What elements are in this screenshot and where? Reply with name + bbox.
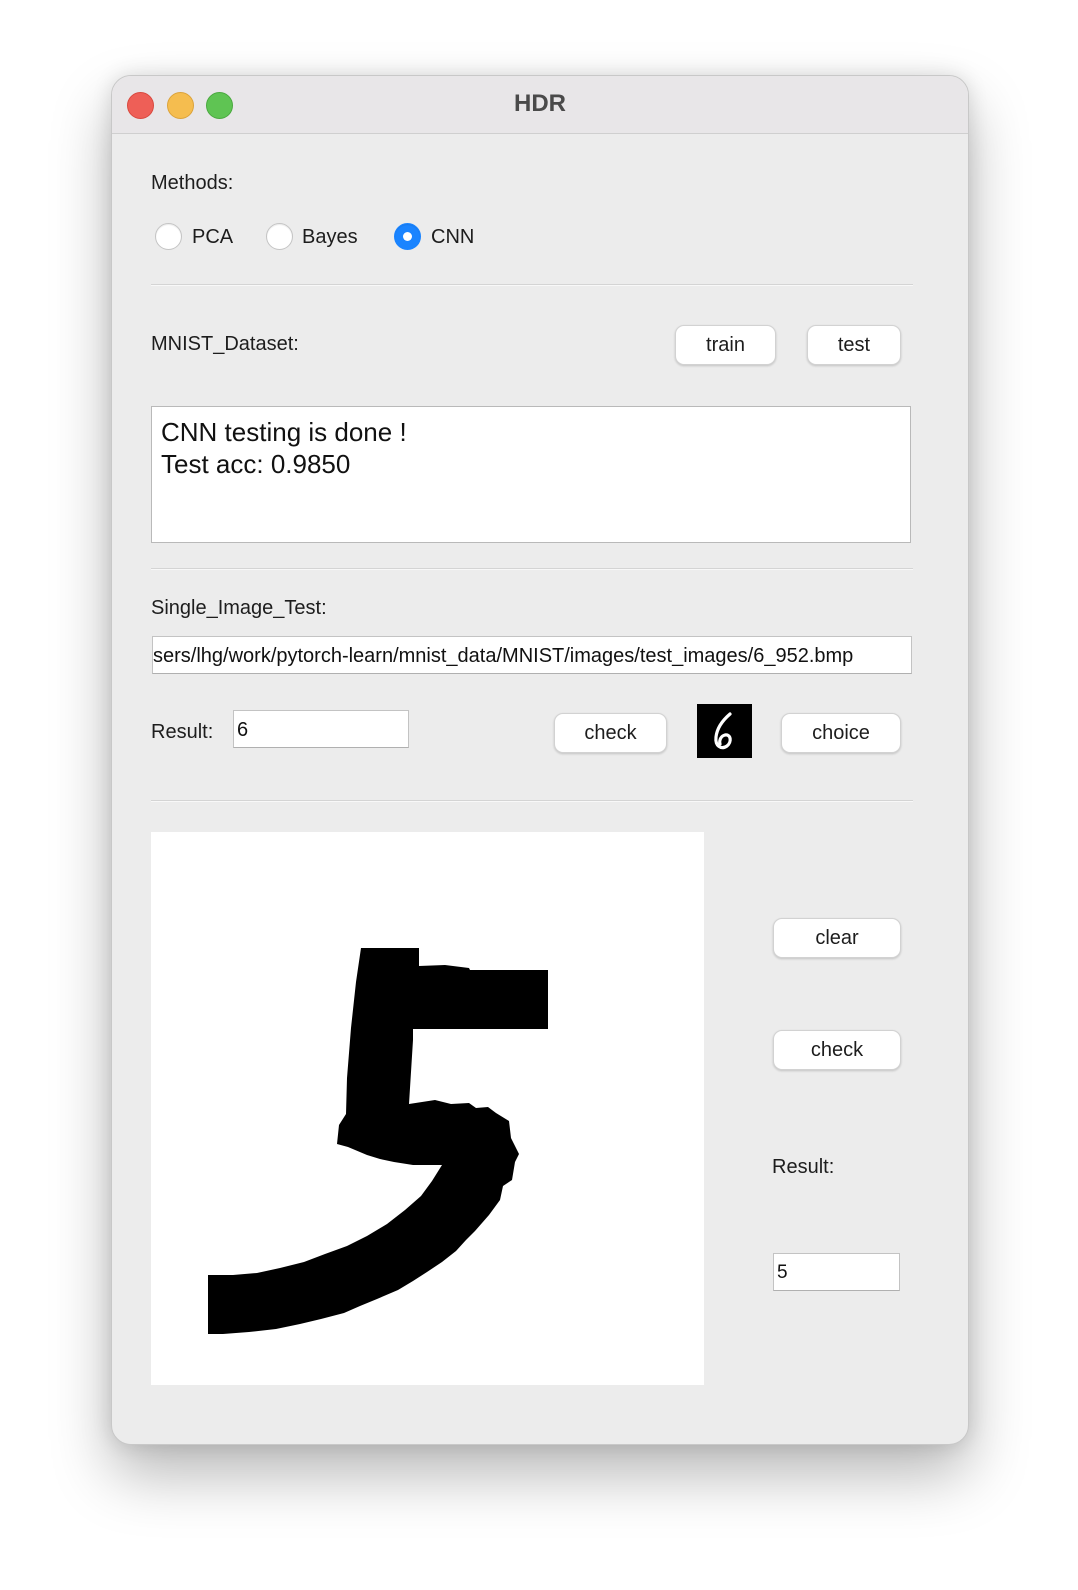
window-title: HDR [514,90,566,117]
dataset-output-text[interactable]: CNN testing is done ! Test acc: 0.9850 [151,406,911,543]
radio-pca[interactable] [155,223,182,250]
app-window: HDR Methods: PCA Bayes CNN MNIST_Dataset… [111,75,969,1445]
title-bar: HDR [112,76,968,134]
dataset-label: MNIST_Dataset: [151,333,299,355]
train-button[interactable]: train [675,325,776,365]
image-path-value: sers/lhg/work/pytorch-learn/mnist_data/M… [153,645,854,667]
clear-button[interactable]: clear [773,918,901,958]
divider [151,800,913,802]
single-image-label: Single_Image_Test: [151,597,327,619]
radio-pca-label[interactable]: PCA [192,226,233,249]
radio-cnn-label[interactable]: CNN [431,226,474,249]
divider [151,568,913,570]
methods-label: Methods: [151,172,234,194]
single-result-field[interactable]: 6 [233,710,409,748]
choice-button[interactable]: choice [781,713,901,753]
test-button[interactable]: test [807,325,901,365]
digit-six-image [714,712,732,750]
image-path-field[interactable]: sers/lhg/work/pytorch-learn/mnist_data/M… [152,636,912,674]
radio-bayes[interactable] [266,223,293,250]
drawn-digit-strokes [208,948,548,1334]
radio-cnn[interactable] [394,223,421,250]
selected-image-thumbnail [697,704,752,758]
drawing-canvas[interactable] [151,832,704,1385]
single-check-button[interactable]: check [554,713,667,753]
single-result-label: Result: [151,721,214,743]
divider [151,284,913,286]
canvas-check-button[interactable]: check [773,1030,901,1070]
radio-bayes-label[interactable]: Bayes [302,226,358,249]
canvas-result-label: Result: [772,1156,835,1178]
canvas-result-field[interactable]: 5 [773,1253,900,1291]
